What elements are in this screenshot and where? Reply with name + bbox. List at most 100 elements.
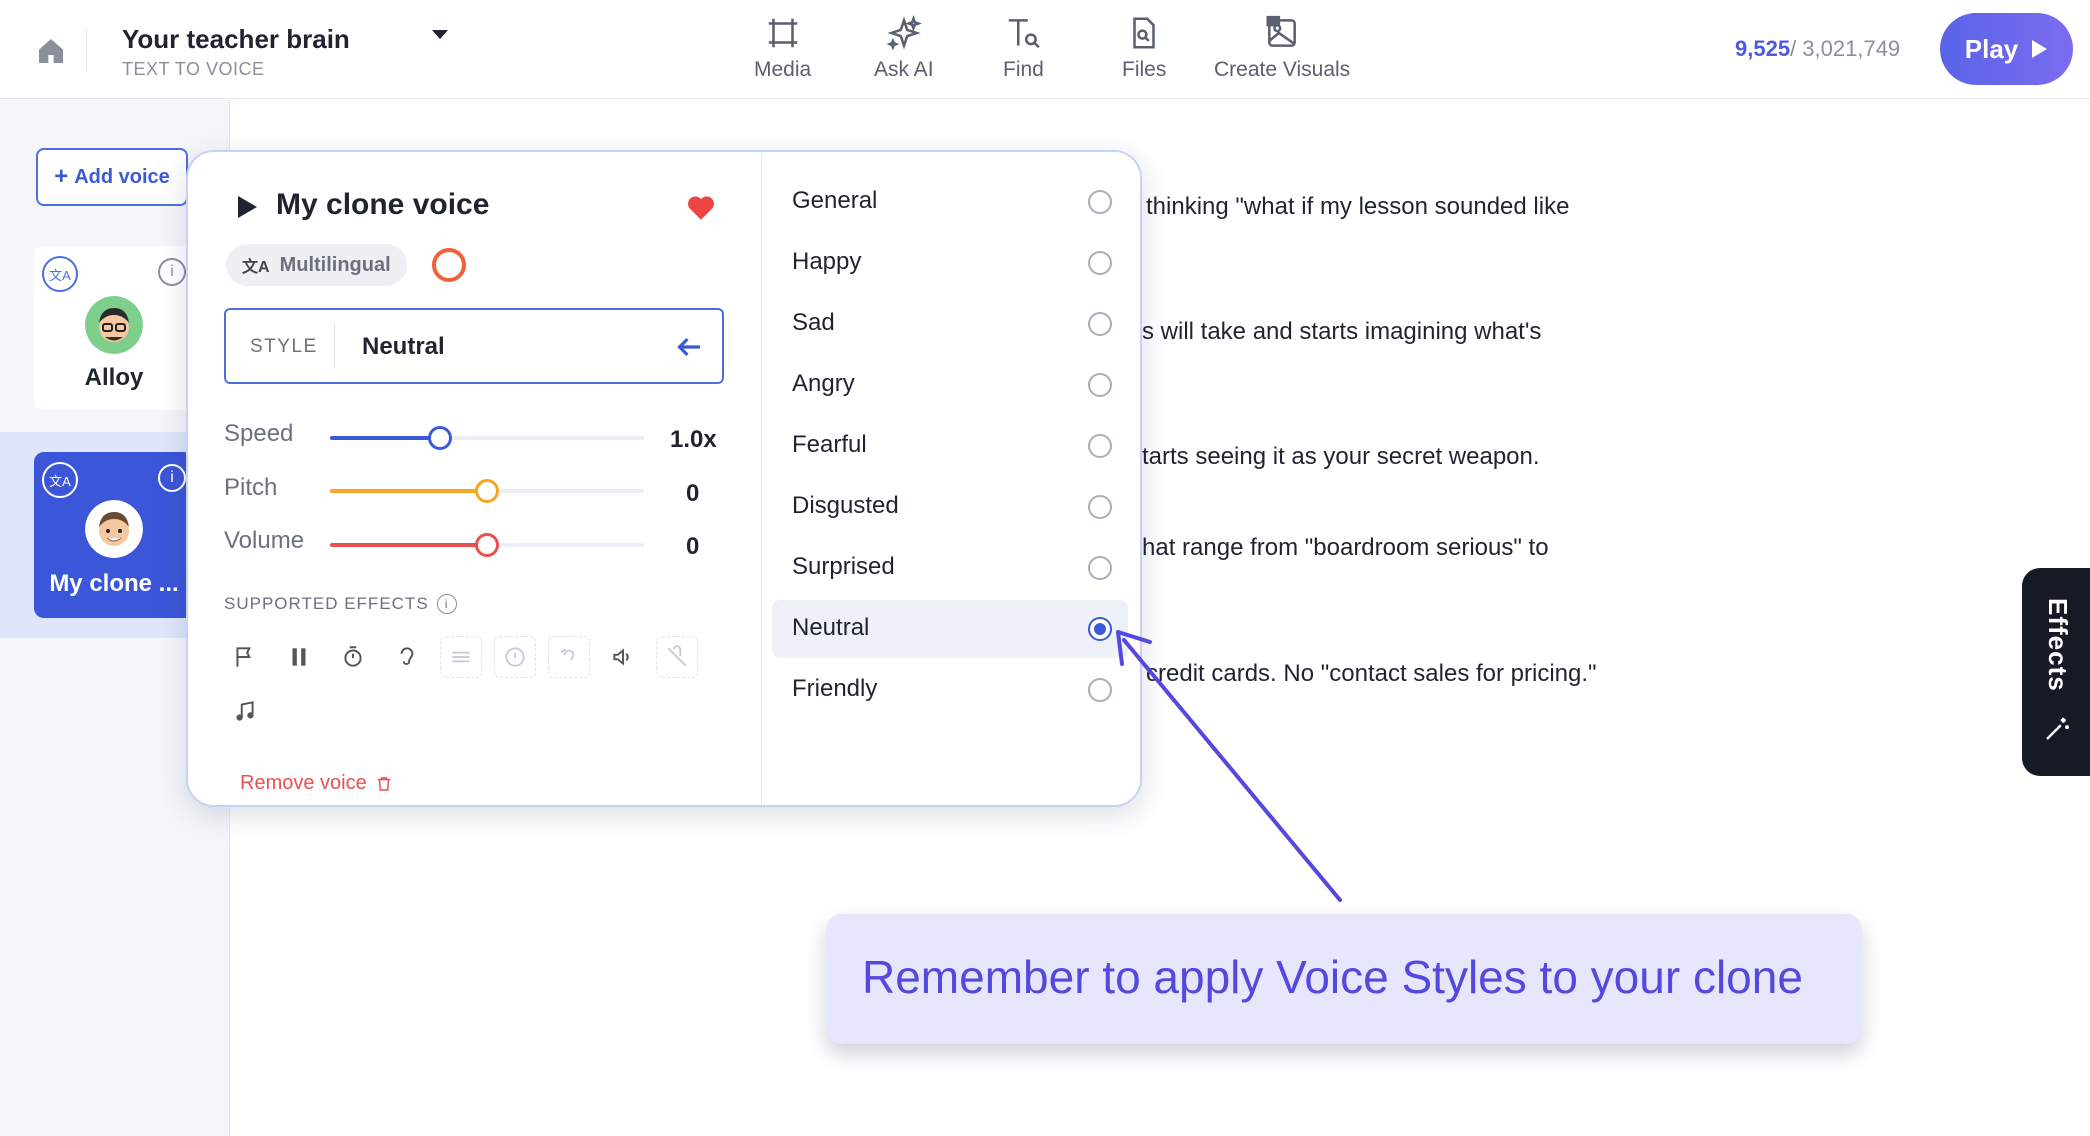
- document-line[interactable]: tarts seeing it as your secret weapon.: [1142, 443, 1540, 471]
- counter-current: 9,525: [1735, 36, 1791, 61]
- files-button[interactable]: Files: [1122, 14, 1166, 86]
- voice-settings-popup: My clone voice 文A Multilingual STYLE Neu…: [186, 150, 1142, 807]
- radio-button[interactable]: [1088, 312, 1112, 336]
- supported-effects-text: SUPPORTED EFFECTS: [224, 594, 429, 613]
- style-option-label: General: [792, 187, 878, 214]
- slider-handle[interactable]: [428, 426, 452, 450]
- whisper-icon: [560, 648, 575, 661]
- magic-wand-icon: [2046, 717, 2069, 740]
- arrow-left-icon[interactable]: [670, 328, 708, 366]
- style-selector[interactable]: STYLE Neutral: [224, 308, 724, 384]
- style-option-angry[interactable]: Angry: [772, 356, 1128, 414]
- effect-emphasis[interactable]: [494, 636, 536, 678]
- flag-icon: [236, 647, 251, 667]
- voice-title: My clone voice: [276, 188, 490, 221]
- slider-handle[interactable]: [475, 479, 499, 503]
- radio-button[interactable]: [1088, 617, 1112, 641]
- document-line[interactable]: s will take and starts imagining what's: [1142, 318, 1541, 346]
- media-label: Media: [754, 58, 812, 81]
- style-option-label: Happy: [792, 248, 862, 275]
- waves-icon: [452, 651, 470, 663]
- effect-waves[interactable]: [440, 636, 482, 678]
- effects-tab[interactable]: Effects: [2022, 568, 2090, 776]
- radio-button[interactable]: [1088, 495, 1112, 519]
- play-icon: [2032, 40, 2048, 58]
- voice-card-my-clone[interactable]: 文A i My clone ...: [34, 452, 194, 618]
- media-icon: [768, 18, 797, 48]
- effect-ear[interactable]: [386, 636, 428, 678]
- radio-button[interactable]: [1088, 678, 1112, 702]
- document-line[interactable]: credit cards. No "contact sales for pric…: [1146, 660, 1597, 688]
- effect-timer[interactable]: [332, 636, 374, 678]
- find-button[interactable]: Find: [1003, 14, 1044, 86]
- style-option-label: Angry: [792, 370, 855, 397]
- effect-flag[interactable]: [224, 636, 266, 678]
- image-icon: [1266, 15, 1297, 47]
- speed-label: Speed: [224, 420, 294, 447]
- effect-volume[interactable]: [602, 636, 644, 678]
- effect-pause[interactable]: [278, 636, 320, 678]
- speaker-icon: [613, 648, 629, 666]
- style-list: General Happy Sad Angry Fearful Disguste…: [761, 152, 1140, 805]
- style-option-surprised[interactable]: Surprised: [772, 539, 1128, 597]
- effect-mute[interactable]: [656, 636, 698, 678]
- style-option-label: Disgusted: [792, 492, 899, 519]
- effect-music[interactable]: [224, 690, 266, 732]
- music-note-icon: [236, 701, 254, 721]
- files-label: Files: [1122, 58, 1167, 81]
- media-button[interactable]: Media: [754, 14, 811, 86]
- info-icon[interactable]: i: [158, 464, 186, 492]
- provider-logo-icon: [432, 248, 466, 282]
- slider-handle[interactable]: [475, 533, 499, 557]
- style-option-fearful[interactable]: Fearful: [772, 417, 1128, 475]
- document-line[interactable]: thinking "what if my lesson sounded like: [1146, 193, 1569, 221]
- chevron-down-icon[interactable]: [432, 30, 448, 39]
- pitch-label: Pitch: [224, 474, 278, 501]
- volume-slider[interactable]: [330, 533, 644, 557]
- info-icon[interactable]: i: [436, 594, 457, 614]
- find-text-icon: [1009, 19, 1041, 49]
- supported-effects-label: SUPPORTED EFFECTS i: [224, 594, 457, 614]
- style-option-friendly[interactable]: Friendly: [772, 661, 1128, 719]
- radio-button[interactable]: [1088, 373, 1112, 397]
- home-button[interactable]: [28, 28, 74, 74]
- add-voice-label: Add voice: [74, 165, 170, 188]
- sparkle-icon: [886, 15, 922, 51]
- language-icon: 文A: [42, 462, 78, 498]
- ask-ai-button[interactable]: Ask AI: [874, 14, 934, 86]
- play-label: Play: [1964, 33, 2019, 64]
- radio-button[interactable]: [1088, 190, 1112, 214]
- volume-value: 0: [686, 533, 700, 560]
- preview-play-icon[interactable]: [238, 196, 257, 218]
- project-subtitle: TEXT TO VOICE: [122, 59, 265, 79]
- remove-voice-button[interactable]: Remove voice: [240, 772, 393, 795]
- style-option-disgusted[interactable]: Disgusted: [772, 478, 1128, 536]
- radio-button[interactable]: [1088, 556, 1112, 580]
- plus-icon: +: [54, 163, 69, 190]
- style-option-happy[interactable]: Happy: [772, 234, 1128, 292]
- add-voice-button[interactable]: + Add voice: [36, 148, 188, 206]
- callout-text: Remember to apply Voice Styles to your c…: [862, 951, 1803, 1003]
- style-option-general[interactable]: General: [772, 173, 1128, 231]
- voice-card-alloy[interactable]: 文A i Alloy: [34, 246, 194, 410]
- play-button[interactable]: Play: [1940, 13, 2073, 85]
- radio-button[interactable]: [1088, 251, 1112, 275]
- project-title[interactable]: Your teacher brain: [122, 24, 350, 55]
- info-icon[interactable]: i: [158, 258, 186, 286]
- timer-icon: [344, 646, 362, 667]
- style-option-label: Friendly: [792, 675, 878, 702]
- find-label: Find: [1003, 58, 1044, 81]
- create-visuals-button[interactable]: Create Visuals: [1214, 14, 1350, 86]
- style-option-neutral[interactable]: Neutral: [772, 600, 1128, 658]
- pitch-slider[interactable]: [330, 479, 644, 503]
- effect-whisper[interactable]: [548, 636, 590, 678]
- radio-button[interactable]: [1088, 434, 1112, 458]
- tip-callout: Remember to apply Voice Styles to your c…: [826, 914, 1862, 1044]
- multilingual-label: Multilingual: [279, 253, 391, 276]
- speed-slider[interactable]: [330, 426, 644, 450]
- slider-fill: [330, 543, 487, 547]
- document-line[interactable]: hat range from "boardroom serious" to: [1142, 534, 1549, 562]
- style-option-sad[interactable]: Sad: [772, 295, 1128, 353]
- mic-off-icon: [667, 645, 687, 667]
- heart-icon[interactable]: [684, 190, 718, 224]
